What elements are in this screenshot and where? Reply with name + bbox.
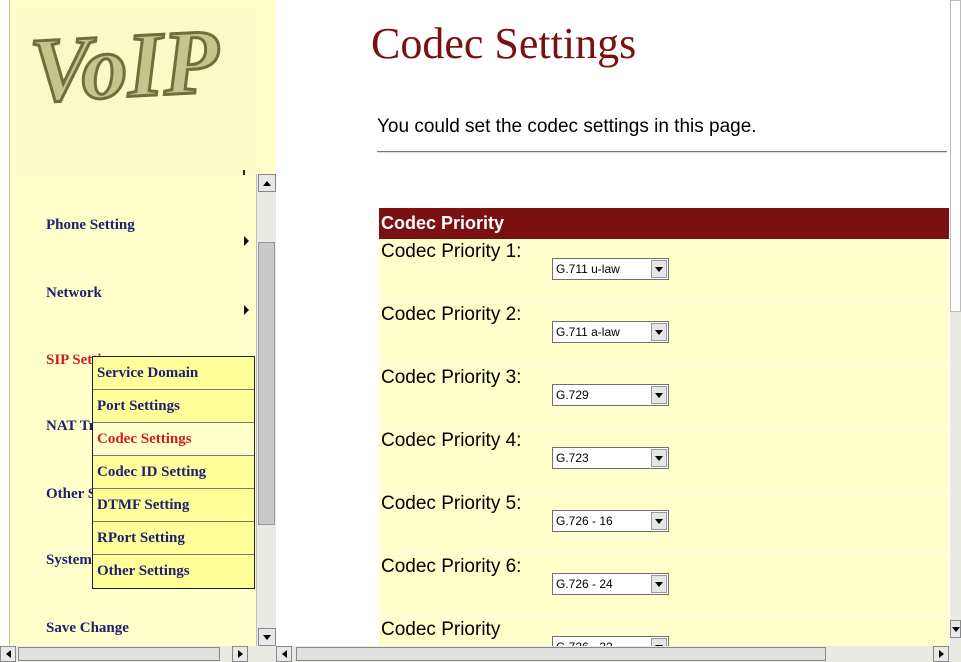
sip-settings-submenu: Service Domain Port Settings Codec Setti… (92, 356, 255, 589)
submenu-service-domain[interactable]: Service Domain (93, 357, 254, 390)
codec-priority-label: Codec Priority 5: (381, 493, 522, 514)
codec-priority-select[interactable]: G.729 (552, 384, 669, 406)
arrow-up-icon (263, 180, 271, 186)
arrow-left-icon (281, 650, 287, 658)
table-row: Codec Priority 4: G.723 (379, 428, 949, 491)
submenu-other-settings[interactable]: Other Settings (93, 555, 254, 588)
codec-priority-select[interactable]: G.711 u-law (552, 258, 669, 280)
select-value: G.711 u-law (556, 262, 620, 276)
left-horizontal-scrollbar[interactable] (0, 646, 276, 662)
chevron-down-icon[interactable] (651, 323, 667, 341)
chevron-down-icon[interactable] (651, 260, 667, 278)
chevron-down-icon[interactable] (651, 386, 667, 404)
page-title: Codec Settings (371, 19, 637, 68)
frame-edge (0, 0, 10, 662)
chevron-right-icon (244, 236, 249, 246)
submenu-codec-id-setting[interactable]: Codec ID Setting (93, 456, 254, 489)
scroll-down-button[interactable] (258, 628, 276, 646)
scroll-left-button[interactable] (0, 646, 16, 662)
codec-priority-select[interactable]: G.726 - 16 (552, 510, 669, 532)
scroll-down-button[interactable] (950, 620, 961, 638)
codec-priority-label: Codec Priority 6: (381, 556, 522, 577)
left-horizontal-scroll-thumb[interactable] (18, 647, 220, 661)
nav-save-change[interactable]: Save Change (46, 620, 129, 637)
submenu-dtmf-setting[interactable]: DTMF Setting (93, 489, 254, 522)
codec-priority-label: Codec Priority 1: (381, 241, 522, 262)
nav-network[interactable]: Network (46, 285, 102, 302)
select-value: G.729 (556, 388, 589, 402)
table-row: Codec Priority 6: G.726 - 24 (379, 554, 949, 617)
codec-priority-select[interactable]: G.711 a-law (552, 321, 669, 343)
select-value: G.711 a-law (556, 325, 620, 339)
select-value: G.723 (556, 451, 589, 465)
logo-tick (243, 170, 245, 175)
arrow-down-icon (951, 626, 960, 632)
arrow-down-icon (263, 634, 271, 640)
codec-priority-label: Codec Priority 2: (381, 304, 522, 325)
scroll-left-button[interactable] (276, 646, 292, 662)
codec-priority-label: Codec Priority 3: (381, 367, 522, 388)
page-description: You could set the codec settings in this… (377, 116, 757, 137)
arrow-right-icon (938, 650, 944, 658)
scroll-right-button[interactable] (933, 646, 949, 662)
chevron-down-icon[interactable] (651, 512, 667, 530)
codec-priority-label: Codec Priority 4: (381, 430, 522, 451)
navigation-frame: VoIP Phone Setting Network SIP Settings … (0, 0, 276, 662)
codec-priority-select[interactable]: G.726 - 24 (552, 573, 669, 595)
table-row: Codec Priority 1: G.711 u-law (379, 239, 949, 302)
submenu-port-settings[interactable]: Port Settings (93, 390, 254, 423)
left-vertical-scroll-thumb[interactable] (258, 242, 275, 525)
voip-logo: VoIP (16, 8, 256, 176)
right-vertical-scroll-thumb[interactable] (950, 0, 961, 312)
left-vertical-scrollbar[interactable] (256, 174, 276, 646)
table-row: Codec Priority 3: G.729 (379, 365, 949, 428)
table-row: Codec Priority 5: G.726 - 16 (379, 491, 949, 554)
submenu-rport-setting[interactable]: RPort Setting (93, 522, 254, 555)
chevron-down-icon[interactable] (651, 575, 667, 593)
right-horizontal-scrollbar[interactable] (276, 646, 961, 662)
scroll-right-button[interactable] (232, 646, 248, 662)
nav-system[interactable]: System (46, 552, 92, 569)
scroll-up-button[interactable] (258, 174, 276, 192)
chevron-right-icon (244, 305, 249, 315)
arrow-left-icon (5, 650, 11, 658)
content-frame: Codec Settings You could set the codec s… (276, 0, 961, 662)
logo-text: VoIP (27, 10, 222, 122)
codec-priority-label: Codec Priority (381, 619, 501, 640)
select-value: G.726 - 16 (556, 514, 613, 528)
right-vertical-scrollbar[interactable] (950, 0, 961, 646)
select-value: G.726 - 24 (556, 577, 613, 591)
codec-priority-table: Codec Priority Codec Priority 1: G.711 u… (379, 208, 949, 662)
right-horizontal-scroll-thumb[interactable] (296, 647, 826, 661)
arrow-right-icon (237, 650, 243, 658)
divider (377, 151, 947, 153)
codec-priority-select[interactable]: G.723 (552, 447, 669, 469)
table-row: Codec Priority 2: G.711 a-law (379, 302, 949, 365)
chevron-down-icon[interactable] (651, 449, 667, 467)
nav-phone-setting[interactable]: Phone Setting (46, 217, 135, 234)
table-header: Codec Priority (379, 208, 949, 239)
submenu-codec-settings[interactable]: Codec Settings (93, 423, 254, 456)
